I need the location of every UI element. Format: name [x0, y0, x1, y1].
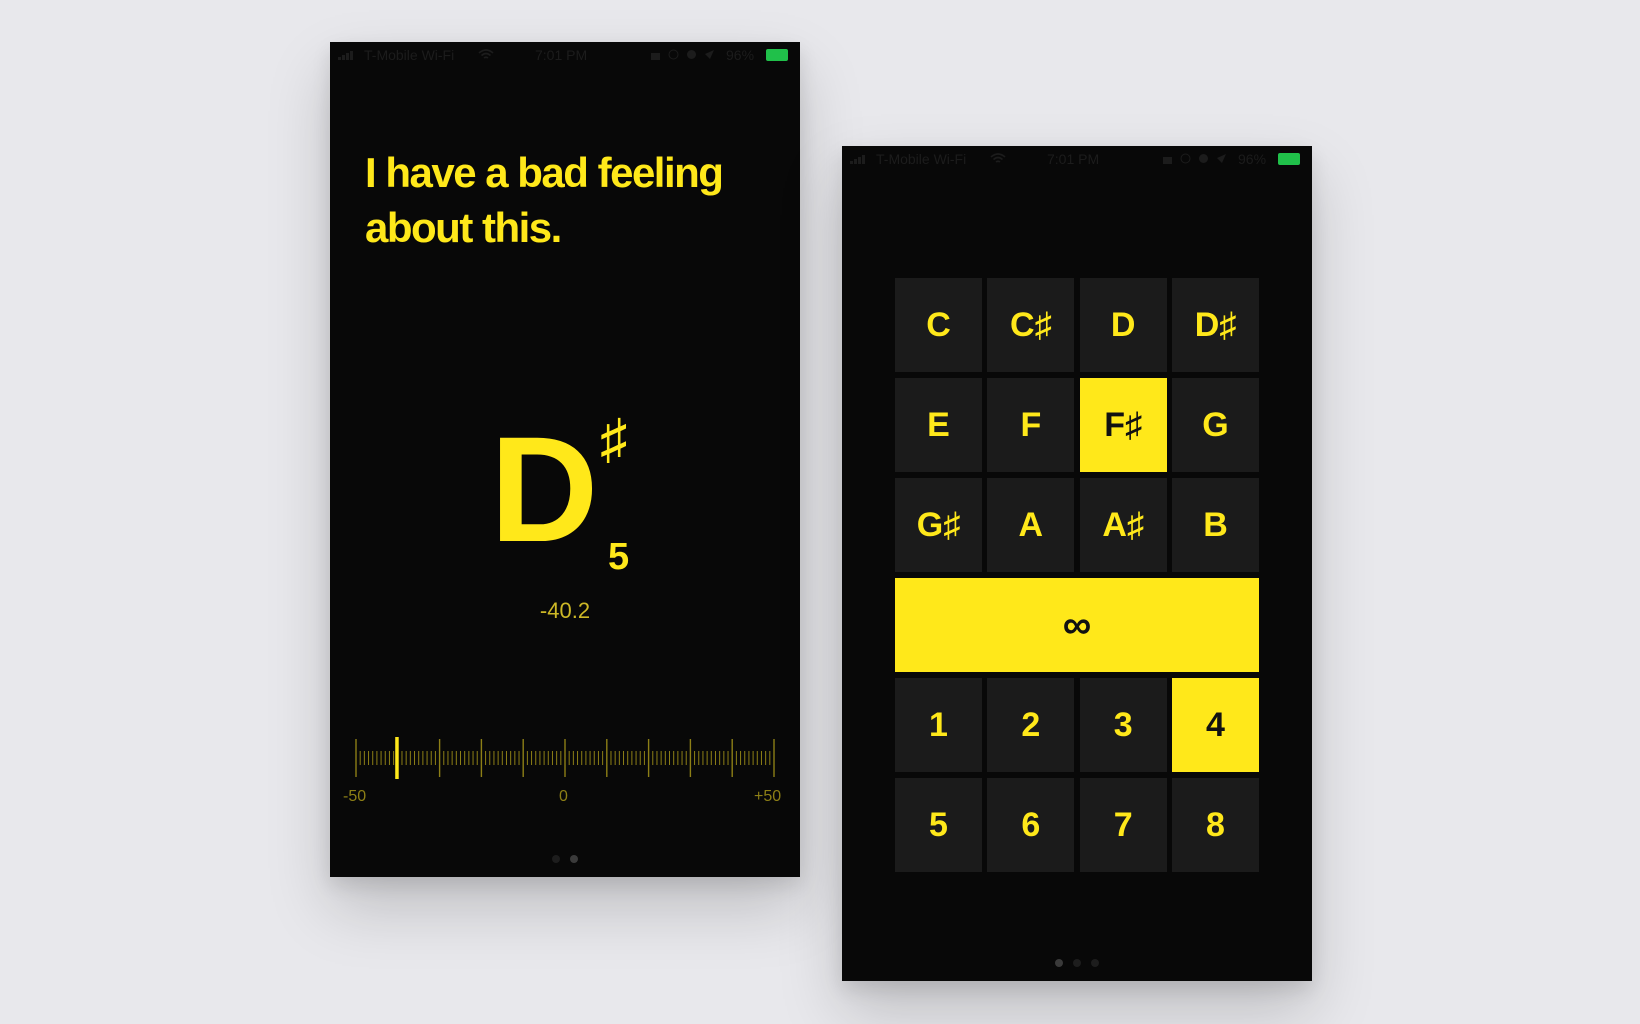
wifi-icon [990, 153, 1006, 163]
note-key-g[interactable]: G [1171, 378, 1259, 472]
note-key-g-sharp[interactable]: G♯ [895, 478, 982, 572]
note-key-grid: C C♯ D D♯ E F F♯ G G♯ A A♯ B [895, 278, 1259, 572]
note-key-b[interactable]: B [1171, 478, 1259, 572]
page-indicator[interactable] [842, 954, 1312, 972]
wifi-icon [478, 49, 494, 59]
scale-max-label: +50 [754, 788, 782, 805]
number-key-2[interactable]: 2 [987, 678, 1075, 772]
page-dot[interactable] [552, 855, 560, 863]
number-key-6[interactable]: 6 [987, 778, 1075, 872]
note-key-f[interactable]: F [987, 378, 1075, 472]
note-picker-screen: T-Mobile Wi-Fi 7:01 PM 96% C C♯ D D♯ E F F♯ G G♯… [842, 146, 1312, 981]
page-dot[interactable] [1073, 959, 1081, 967]
moon-icon [687, 50, 696, 59]
status-bar: T-Mobile Wi-Fi 7:01 PM 96% [842, 146, 1312, 174]
location-icon [1217, 154, 1226, 163]
alarm-icon [668, 49, 679, 60]
carrier-label: T-Mobile Wi-Fi [364, 47, 455, 63]
note-key-c[interactable]: C [895, 278, 982, 372]
battery-percent: 96% [726, 47, 755, 63]
number-key-grid: 12345678 [895, 678, 1259, 872]
key-row: 5678 [895, 778, 1259, 872]
infinity-button[interactable]: ∞ [895, 578, 1259, 672]
note-key-a-sharp[interactable]: A♯ [1079, 478, 1167, 572]
clock: 7:01 PM [535, 47, 588, 63]
tuning-meter [355, 737, 775, 779]
page-dot-active[interactable] [570, 855, 578, 863]
signal-icon [850, 155, 865, 164]
scale-mid-label: 0 [559, 788, 568, 805]
page-indicator[interactable] [330, 850, 800, 868]
note-key-f-sharp[interactable]: F♯ [1079, 378, 1167, 472]
cents-readout: -40.2 [539, 598, 591, 623]
lock-icon [1163, 157, 1172, 164]
location-icon [705, 50, 714, 59]
page-dot-active[interactable] [1055, 959, 1063, 967]
key-row: C C♯ D D♯ [895, 278, 1259, 372]
note-key-a[interactable]: A [987, 478, 1075, 572]
number-key-8[interactable]: 8 [1171, 778, 1259, 872]
note-key-d[interactable]: D [1079, 278, 1167, 372]
clock: 7:01 PM [1047, 151, 1100, 167]
alarm-icon [1180, 153, 1191, 164]
number-key-3[interactable]: 3 [1079, 678, 1167, 772]
moon-icon [1199, 154, 1208, 163]
battery-percent: 96% [1238, 151, 1267, 167]
battery-icon [766, 49, 788, 61]
tuner-screen: T-Mobile Wi-Fi 7:01 PM 96% I have a bad … [330, 42, 800, 877]
note-key-e[interactable]: E [895, 378, 982, 472]
key-row: G♯ A A♯ B [895, 478, 1259, 572]
key-row: 1234 [895, 678, 1259, 772]
carrier-label: T-Mobile Wi-Fi [876, 151, 967, 167]
note-key-c-sharp[interactable]: C♯ [987, 278, 1075, 372]
note-key-d-sharp[interactable]: D♯ [1171, 278, 1259, 372]
battery-icon [1278, 153, 1300, 165]
number-key-4[interactable]: 4 [1171, 678, 1259, 772]
scale-min-label: -50 [343, 788, 367, 805]
lock-icon [651, 53, 660, 60]
detected-note: D [490, 405, 599, 573]
octave-number: 5 [608, 536, 630, 578]
page-dot[interactable] [1091, 959, 1099, 967]
sharp-sign: ♯ [600, 409, 627, 469]
number-key-7[interactable]: 7 [1079, 778, 1167, 872]
number-key-5[interactable]: 5 [895, 778, 982, 872]
note-picker-pad: C C♯ D D♯ E F F♯ G G♯ A A♯ B ∞ 12345678 [895, 278, 1259, 878]
key-row: E F F♯ G [895, 378, 1259, 472]
status-bar: T-Mobile Wi-Fi 7:01 PM 96% [330, 42, 800, 70]
tuner-message: I have a bad feeling about this. [365, 149, 724, 251]
signal-icon [338, 51, 353, 60]
number-key-1[interactable]: 1 [895, 678, 982, 772]
